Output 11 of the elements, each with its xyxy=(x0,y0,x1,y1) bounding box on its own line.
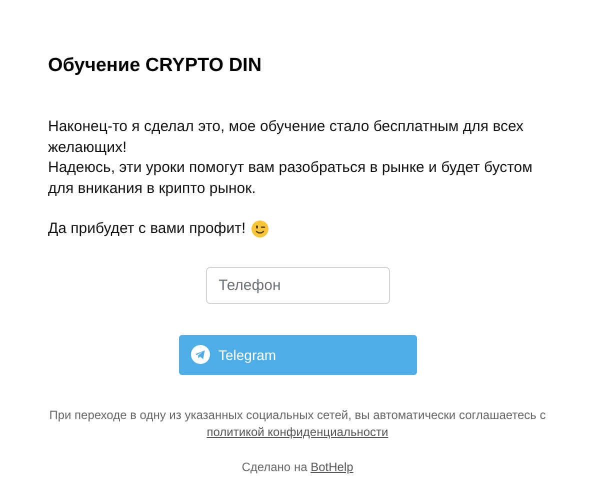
legal-notice: При переходе в одну из указанных социальных сетей, вы автоматически соглашаетесь с политикой конфиденциальности xyxy=(48,406,547,440)
paper-plane-icon xyxy=(190,345,210,364)
paragraph: Надеюсь, эти уроки помогут вам разобраться в рынке и будет бустом для вникания в крипто рынок. xyxy=(48,158,534,198)
paragraph: Наконец-то я сделал это, мое обучение стало бесплатным для всех желающих! xyxy=(48,117,525,158)
bothelp-link[interactable]: BotHelp xyxy=(310,460,354,474)
paragraph: Да прибудет с вами профит! xyxy=(48,219,246,239)
phone-field[interactable]: Телефон xyxy=(206,266,390,304)
winking-face-icon xyxy=(250,220,269,238)
page-title: Обучение CRYPTO DIN xyxy=(48,54,263,78)
footer-text: Сделано на BotHelp xyxy=(242,460,354,474)
privacy-policy-link[interactable]: политикой конфиденциальности xyxy=(206,424,388,438)
